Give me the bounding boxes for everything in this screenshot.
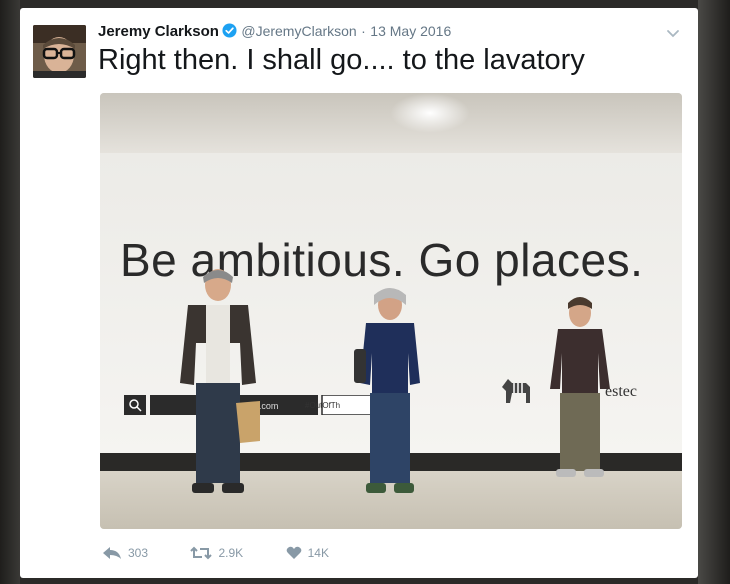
author-handle[interactable]: @JeremyClarkson — [241, 23, 356, 39]
zebra-logo — [498, 373, 534, 412]
person-left — [170, 263, 265, 513]
retweet-icon — [190, 546, 218, 560]
retweet-action[interactable]: 2.9K — [190, 546, 243, 560]
tweet-photo[interactable]: Be ambitious. Go places. y.com #OutOfTh … — [100, 93, 682, 529]
retweet-count: 2.9K — [218, 545, 244, 560]
tweet-actions: 303 2.9K 14K — [102, 544, 367, 564]
like-action[interactable]: 14K — [286, 546, 329, 560]
reply-count: 303 — [128, 545, 149, 560]
tweet-card: Jeremy Clarkson @JeremyClarkson · 13 May… — [20, 8, 698, 578]
author-name[interactable]: Jeremy Clarkson — [98, 23, 219, 40]
tweet-header: Jeremy Clarkson @JeremyClarkson · 13 May… — [98, 23, 678, 45]
verified-badge-icon — [222, 23, 237, 43]
ceiling-light — [390, 93, 470, 133]
video-frame-right — [698, 0, 730, 584]
like-count: 14K — [307, 545, 329, 560]
video-frame-left — [0, 0, 20, 584]
tweet-date[interactable]: 13 May 2016 — [370, 23, 451, 39]
advert-hashtag: #OutOfTh — [305, 401, 341, 410]
avatar[interactable] — [33, 25, 86, 78]
tweet-text: Right then. I shall go.... to the lavato… — [98, 44, 585, 76]
reply-action[interactable]: 303 — [102, 546, 148, 560]
heart-icon — [286, 546, 308, 560]
meta-separator: · — [361, 23, 366, 39]
person-right — [540, 293, 620, 498]
person-middle — [350, 283, 430, 513]
chevron-down-icon[interactable] — [666, 26, 680, 44]
reply-icon — [102, 546, 128, 560]
